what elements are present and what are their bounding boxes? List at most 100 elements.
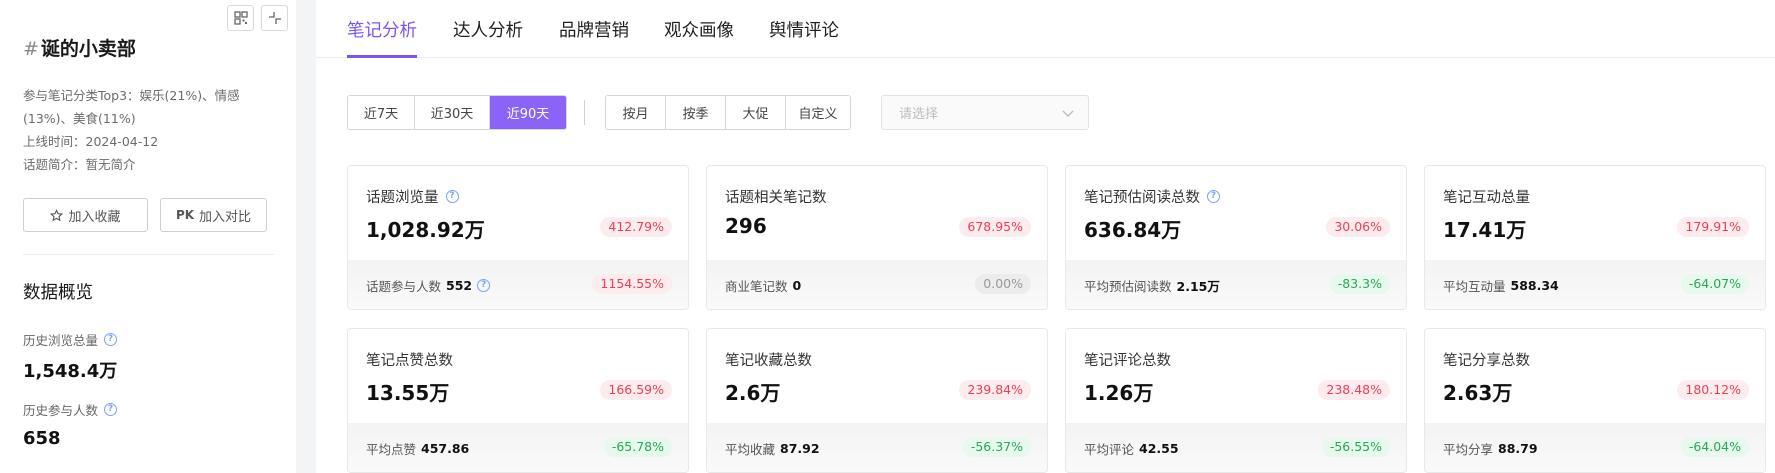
card-footer: 平均互动量 588.34 -64.07%: [1425, 260, 1765, 309]
history-views-label-text: 历史浏览总量: [23, 333, 99, 348]
card-title: 话题相关笔记数: [725, 186, 827, 207]
metric-card: 笔记点赞总数 13.55万 166.59% 平均点赞 457.86 -65.78%: [347, 328, 689, 473]
card-main: 话题浏览量? 1,028.92万 412.79%: [348, 166, 688, 260]
tab-sentiment-comments[interactable]: 舆情评论: [769, 17, 839, 42]
card-sub-value: 42.55: [1139, 441, 1179, 456]
card-title: 笔记互动总量: [1443, 186, 1530, 207]
card-sub-value: 552: [446, 278, 473, 293]
tab-audience-profile[interactable]: 观众画像: [664, 17, 734, 42]
help-icon[interactable]: ?: [445, 190, 459, 203]
card-value: 2.63万: [1443, 381, 1513, 405]
card-change-badge: 412.79%: [600, 217, 672, 237]
range-7-days[interactable]: 近7天: [348, 96, 415, 129]
card-title-text: 笔记预估阅读总数: [1084, 190, 1200, 206]
period-month[interactable]: 按月: [606, 96, 666, 129]
online-time-text: 上线时间：2024-04-12: [23, 134, 159, 149]
card-sub-change-badge: -56.37%: [962, 437, 1031, 457]
divider: [584, 100, 585, 125]
card-title: 笔记分享总数: [1443, 349, 1530, 370]
card-sub-change-badge: -56.55%: [1321, 437, 1390, 457]
card-main: 笔记评论总数 1.26万 238.48%: [1066, 329, 1406, 423]
card-main: 笔记点赞总数 13.55万 166.59%: [348, 329, 688, 423]
card-sub-metric: 平均评论 42.55: [1084, 439, 1179, 458]
card-change-badge: 30.06%: [1326, 217, 1390, 237]
pk-icon: PK: [175, 208, 195, 222]
metric-card: 笔记收藏总数 2.6万 239.84% 平均收藏 87.92 -56.37%: [706, 328, 1048, 473]
add-compare-button[interactable]: PK 加入对比: [160, 198, 267, 232]
metric-card: 笔记预估阅读总数? 636.84万 30.06% 平均预估阅读数 2.15万 -83.3%: [1065, 165, 1407, 310]
card-title-text: 笔记点赞总数: [366, 353, 453, 369]
card-sub-change-badge: -65.78%: [603, 437, 672, 457]
card-sub-label: 平均评论: [1084, 442, 1135, 457]
card-value: 1.26万: [1084, 381, 1154, 405]
help-icon[interactable]: ?: [104, 403, 118, 416]
metric-card: 话题相关笔记数 296 678.95% 商业笔记数 0 0.00%: [706, 165, 1048, 310]
custom-select[interactable]: 请选择: [881, 95, 1089, 130]
tab-bar: 笔记分析 达人分析 品牌营销 观众画像 舆情评论: [316, 0, 1775, 58]
card-sub-change-badge: -64.04%: [1680, 437, 1749, 457]
period-promotion[interactable]: 大促: [726, 96, 786, 129]
card-sub-label: 话题参与人数: [366, 279, 442, 294]
card-footer: 平均预估阅读数 2.15万 -83.3%: [1066, 260, 1406, 309]
card-title-text: 笔记互动总量: [1443, 190, 1530, 206]
add-compare-label: 加入对比: [199, 209, 252, 225]
card-sub-value: 588.34: [1510, 278, 1559, 293]
add-favorite-label: 加入收藏: [68, 209, 121, 225]
tab-creator-analysis[interactable]: 达人分析: [453, 17, 523, 42]
card-footer: 平均评论 42.55 -56.55%: [1066, 423, 1406, 472]
card-change-badge: 180.12%: [1677, 380, 1749, 400]
card-main: 笔记分享总数 2.63万 180.12%: [1425, 329, 1765, 423]
star-icon: [50, 208, 64, 221]
intro-text: 话题简介：暂无简介: [23, 157, 136, 172]
help-icon[interactable]: ?: [477, 279, 491, 292]
card-sub-change-badge: -64.07%: [1680, 274, 1749, 294]
sidebar-actions: 加入收藏 PK 加入对比: [23, 198, 267, 232]
period-selector: 按月 按季 大促 自定义: [605, 95, 851, 130]
card-sub-metric: 平均点赞 457.86: [366, 439, 469, 458]
card-title: 笔记收藏总数: [725, 349, 812, 370]
card-title-text: 笔记分享总数: [1443, 353, 1530, 369]
chevron-down-icon: [1062, 110, 1074, 117]
history-views-value: 1,548.4万: [23, 361, 118, 382]
card-title: 笔记预估阅读总数?: [1084, 186, 1220, 207]
card-sub-metric: 平均分享 88.79: [1443, 439, 1538, 458]
card-sub-metric: 平均互动量 588.34: [1443, 276, 1559, 295]
card-main: 笔记收藏总数 2.6万 239.84%: [707, 329, 1047, 423]
card-sub-metric: 话题参与人数 552?: [366, 276, 491, 295]
card-title-text: 笔记收藏总数: [725, 353, 812, 369]
range-30-days[interactable]: 近30天: [415, 96, 490, 129]
help-icon[interactable]: ?: [104, 333, 118, 346]
divider: [23, 254, 274, 255]
card-title: 话题浏览量?: [366, 186, 459, 207]
tab-brand-marketing[interactable]: 品牌营销: [559, 17, 629, 42]
tab-note-analysis[interactable]: 笔记分析: [347, 17, 417, 42]
card-footer: 话题参与人数 552? 1154.55%: [348, 260, 688, 309]
main-panel: 近7天 近30天 近90天 按月 按季 大促 自定义 请选择 话题浏览量? 1,0…: [316, 58, 1775, 473]
select-placeholder: 请选择: [899, 107, 939, 122]
period-quarter[interactable]: 按季: [666, 96, 726, 129]
help-icon[interactable]: ?: [1207, 190, 1220, 203]
card-value: 2.6万: [725, 381, 781, 405]
range-90-days[interactable]: 近90天: [490, 96, 566, 129]
card-value: 13.55万: [366, 381, 450, 405]
qrcode-icon[interactable]: [227, 5, 254, 31]
history-participants-value: 658: [23, 428, 61, 449]
card-sub-change-badge: 0.00%: [975, 274, 1031, 294]
period-custom[interactable]: 自定义: [786, 96, 850, 129]
date-range-selector: 近7天 近30天 近90天: [347, 95, 567, 130]
topic-info: 参与笔记分类Top3：娱乐(21%)、情感(13%)、美食(11%) 上线时间：…: [23, 84, 263, 176]
card-change-badge: 238.48%: [1318, 380, 1390, 400]
card-sub-metric: 商业笔记数 0: [725, 276, 801, 295]
card-sub-label: 平均预估阅读数: [1084, 279, 1172, 294]
card-sub-value: 88.79: [1498, 441, 1538, 456]
category-text: 参与笔记分类Top3：娱乐(21%)、情感(13%)、美食(11%): [23, 88, 240, 126]
topic-title: # 诞的小卖部: [23, 34, 136, 61]
collapse-icon[interactable]: [261, 5, 288, 31]
metric-card: 笔记分享总数 2.63万 180.12% 平均分享 88.79 -64.04%: [1424, 328, 1766, 473]
card-value: 1,028.92万: [366, 218, 485, 242]
card-footer: 平均分享 88.79 -64.04%: [1425, 423, 1765, 472]
card-title-text: 话题相关笔记数: [725, 190, 827, 206]
add-favorite-button[interactable]: 加入收藏: [23, 198, 148, 232]
card-sub-value: 457.86: [421, 441, 470, 456]
metric-card: 话题浏览量? 1,028.92万 412.79% 话题参与人数 552? 1154.55%: [347, 165, 689, 310]
